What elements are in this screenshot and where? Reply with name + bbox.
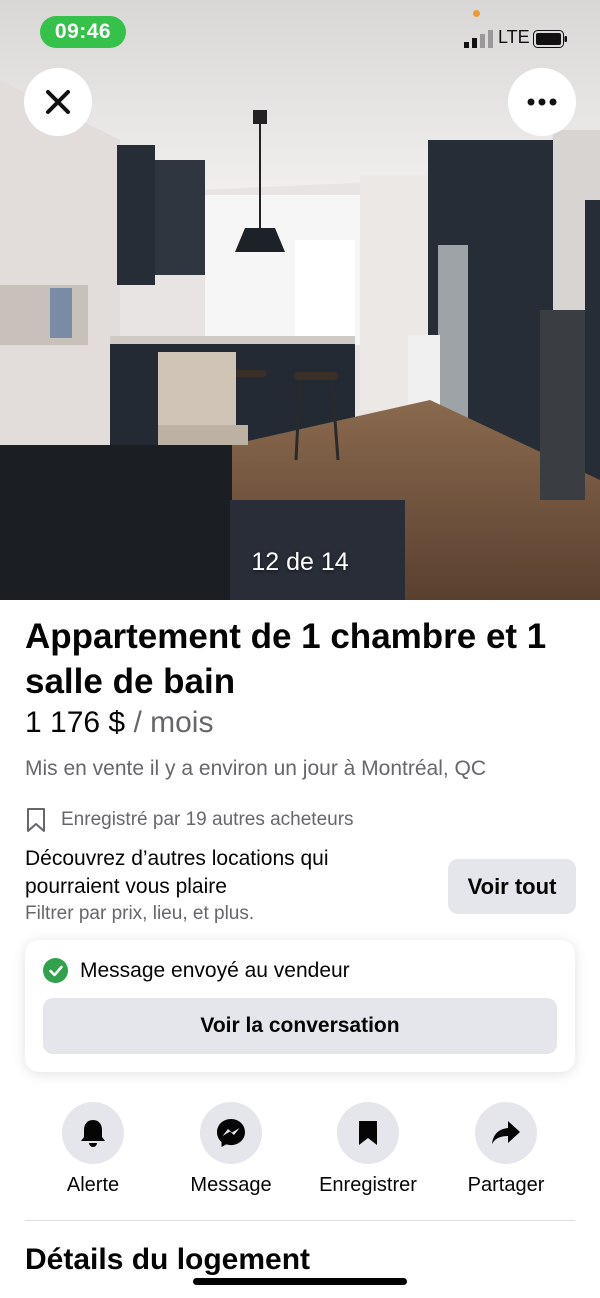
more-options-button[interactable]: [508, 68, 576, 136]
status-time: 09:46: [40, 16, 126, 48]
price-period: / mois: [133, 706, 214, 739]
share-label: Partager: [467, 1174, 545, 1196]
close-button[interactable]: [24, 68, 92, 136]
message-action[interactable]: Message: [166, 1102, 296, 1197]
messenger-icon: [217, 1119, 245, 1147]
message-status-text: Message envoyé au vendeur: [80, 958, 350, 982]
message-sent-card: Message envoyé au vendeur Voir la conver…: [25, 940, 575, 1072]
price: 1 176 $: [25, 706, 126, 739]
battery-icon: [533, 30, 567, 48]
alert-action[interactable]: Alerte: [28, 1102, 158, 1197]
action-bar: Alerte Message Enregistrer Partager: [0, 1102, 600, 1202]
close-icon: [46, 90, 70, 114]
message-status: Message envoyé au vendeur: [43, 958, 350, 983]
status-bar: 09:46 LTE: [0, 0, 600, 60]
save-icon-button[interactable]: [337, 1102, 399, 1164]
alert-icon-button[interactable]: [62, 1102, 124, 1164]
share-icon: [492, 1121, 520, 1144]
discover-title: Découvrez d’autres locations qui pourrai…: [25, 847, 329, 898]
share-icon-button[interactable]: [475, 1102, 537, 1164]
privacy-indicator-dot: [473, 10, 480, 17]
bookmark-icon: [359, 1121, 377, 1145]
message-icon-button[interactable]: [200, 1102, 262, 1164]
saved-text: Enregistré par 19 autres acheteurs: [61, 809, 354, 830]
alert-label: Alerte: [66, 1174, 120, 1196]
bookmark-outline-icon: [27, 808, 45, 832]
bell-icon: [81, 1120, 105, 1147]
discover-subtitle: Filtrer par prix, lieu, et plus.: [25, 903, 255, 924]
network-label: LTE: [498, 27, 530, 47]
check-circle-icon: [43, 958, 68, 983]
message-label: Message: [190, 1174, 272, 1196]
home-indicator[interactable]: [193, 1278, 407, 1285]
listing-photo[interactable]: 09:46 LTE 12 de 14: [0, 0, 600, 600]
price-row: 1 176 $ / mois: [25, 706, 213, 740]
saved-count: Enregistré par 19 autres acheteurs: [25, 806, 354, 834]
save-label: Enregistrer: [319, 1174, 417, 1196]
listed-info: Mis en vente il y a environ un jour à Mo…: [25, 757, 487, 780]
section-divider: [25, 1220, 575, 1221]
photo-counter: 12 de 14: [251, 548, 349, 576]
listing-title: Appartement de 1 chambre et 1 salle de b…: [25, 617, 547, 701]
more-icon: [527, 98, 557, 106]
see-all-button[interactable]: Voir tout: [448, 859, 576, 914]
view-conversation-button[interactable]: Voir la conversation: [43, 998, 557, 1054]
save-action[interactable]: Enregistrer: [303, 1102, 433, 1197]
share-action[interactable]: Partager: [441, 1102, 571, 1197]
details-heading: Détails du logement: [25, 1243, 311, 1276]
signal-icon: [464, 30, 493, 48]
